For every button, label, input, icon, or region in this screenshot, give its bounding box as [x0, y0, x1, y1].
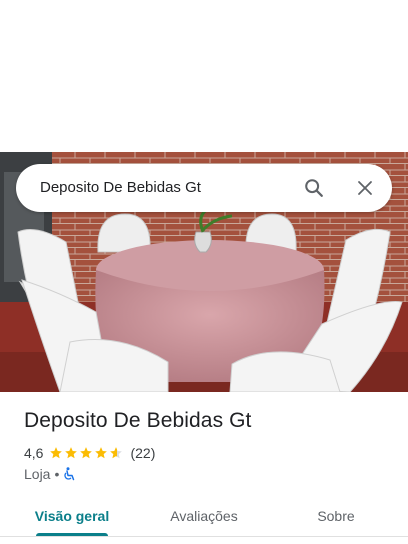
place-title: Deposito De Bebidas Gt [24, 409, 252, 432]
place-category: Loja [24, 466, 51, 482]
tab-bar: Visão geral Avaliações Sobre [0, 496, 408, 536]
search-bar[interactable]: Deposito De Bebidas Gt [16, 164, 392, 212]
tab-overview[interactable]: Visão geral [22, 496, 122, 536]
search-button[interactable] [298, 172, 330, 204]
rating-row[interactable]: 4,6 (22) [24, 444, 155, 462]
close-icon [358, 181, 372, 195]
map-blank-area [0, 0, 408, 152]
star-icon [65, 447, 78, 459]
close-button[interactable] [349, 172, 381, 204]
tabs-divider [0, 536, 408, 537]
place-meta-row: Loja • [24, 465, 75, 483]
star-icon [50, 447, 63, 459]
meta-separator: • [54, 466, 60, 482]
search-icon [305, 179, 323, 197]
star-icon [80, 447, 93, 459]
tab-about[interactable]: Sobre [286, 496, 386, 536]
star-icon [110, 447, 123, 459]
star-icon [95, 447, 108, 459]
wheelchair-icon [63, 467, 75, 481]
star-rating [49, 446, 124, 460]
review-count[interactable]: (22) [130, 445, 155, 461]
search-input[interactable]: Deposito De Bebidas Gt [40, 164, 201, 212]
tab-reviews[interactable]: Avaliações [154, 496, 254, 536]
rating-value: 4,6 [24, 445, 44, 461]
